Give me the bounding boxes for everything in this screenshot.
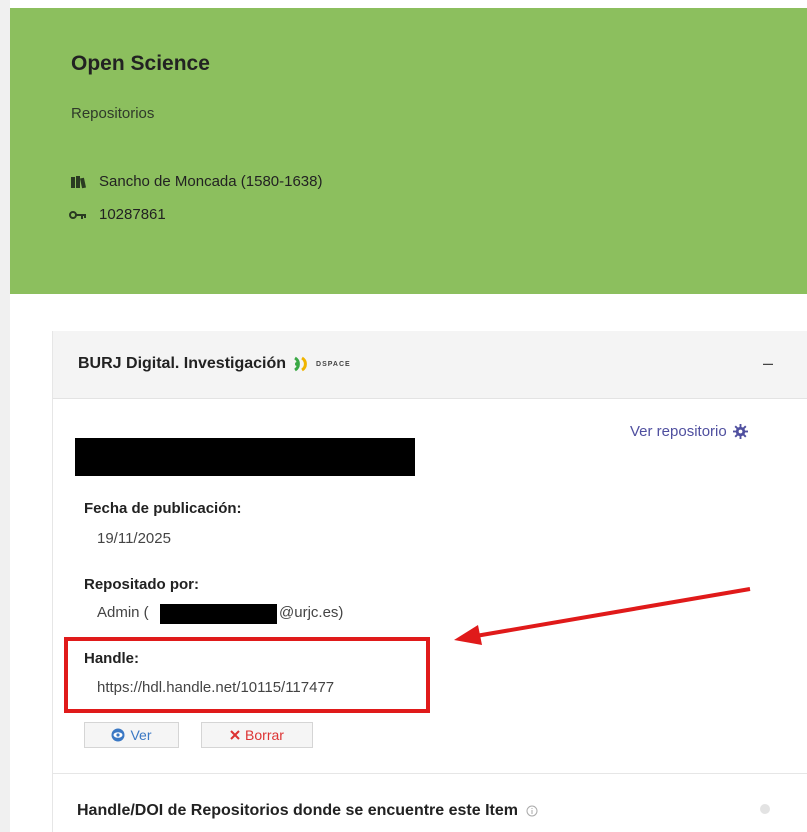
view-repository-link[interactable]: Ver repositorio	[630, 423, 748, 440]
page-title: Open Science	[71, 52, 210, 75]
gear-icon	[732, 424, 748, 439]
collapse-button[interactable]: –	[763, 353, 773, 374]
dspace-logo: DSPACE	[292, 355, 351, 373]
delete-button[interactable]: Borrar	[201, 722, 313, 748]
view-button-label: Ver	[130, 727, 152, 743]
handle-doi-section-label: Handle/DOI de Repositorios donde se encu…	[77, 802, 518, 819]
redacted-email	[160, 604, 277, 624]
info-icon[interactable]	[526, 805, 538, 817]
close-icon	[230, 730, 240, 740]
item-id: 10287861	[99, 206, 166, 223]
section-toggle-icon[interactable]	[760, 804, 770, 814]
section-divider	[52, 773, 807, 774]
repository-panel-title: BURJ Digital. Investigación DSPACE	[78, 355, 351, 373]
page-subtitle: Repositorios	[71, 105, 155, 122]
repository-panel-header[interactable]: BURJ Digital. Investigación DSPACE –	[53, 331, 807, 399]
eye-icon	[111, 728, 125, 742]
publication-date-label: Fecha de publicación:	[84, 500, 242, 517]
dspace-logo-text: DSPACE	[316, 360, 351, 368]
left-strip	[0, 0, 10, 832]
annotation-arrow	[454, 587, 751, 645]
item-header-banner: Open Science Repositorios Sancho de Monc…	[10, 8, 807, 294]
publication-date-value: 19/11/2025	[97, 530, 171, 547]
repository-name: BURJ Digital. Investigación	[78, 355, 287, 372]
author-line: Sancho de Moncada (1580-1638)	[69, 173, 323, 190]
key-icon	[69, 209, 87, 221]
deposited-by-prefix: Admin (	[97, 604, 149, 621]
handle-doi-section-title[interactable]: Handle/DOI de Repositorios donde se encu…	[77, 802, 538, 820]
view-button[interactable]: Ver	[84, 722, 179, 748]
books-icon	[69, 174, 87, 190]
author-name: Sancho de Moncada (1580-1638)	[99, 173, 323, 190]
deposited-by-label: Repositado por:	[84, 576, 199, 593]
view-repository-label: Ver repositorio	[630, 423, 727, 440]
handle-highlight-box	[64, 637, 430, 713]
id-line: 10287861	[69, 206, 166, 223]
delete-button-label: Borrar	[245, 727, 284, 743]
redacted-item-title	[75, 438, 415, 476]
deposited-by-suffix: @urjc.es)	[279, 604, 344, 621]
